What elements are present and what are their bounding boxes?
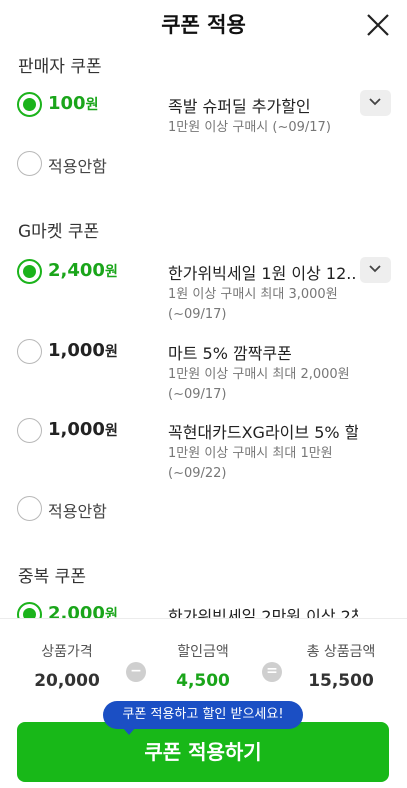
section-title-gmarket: G마켓 쿠폰 [18, 222, 100, 242]
coupon-name: 한가위빅세일 1원 이상 12... [168, 264, 358, 283]
summary-price: 상품가격 20,000 [12, 641, 122, 691]
chevron-down-icon [369, 265, 381, 273]
radio-unselected[interactable] [17, 496, 42, 521]
coupon-amount-value: 1,000 [48, 419, 105, 440]
coupon-amount-unit: 원 [104, 264, 118, 280]
discount-value: 4,500 [176, 671, 230, 691]
coupon-expiry: (~09/22) [168, 466, 227, 481]
coupon-desc: 1원 이상 구매시 최대 3,000원 [168, 287, 338, 302]
coupon-expiry: (~09/17) [168, 307, 227, 322]
coupon-desc: 1만원 이상 구매시 최대 1만원 [168, 446, 333, 461]
coupon-name: 족발 슈퍼딜 추가할인 [168, 97, 311, 116]
minus-icon: − [126, 662, 146, 682]
chevron-down-icon [369, 98, 381, 106]
discount-label: 할인금액 [177, 644, 229, 660]
coupon-amount: 1,000원 [48, 340, 118, 361]
radio-unselected[interactable] [17, 339, 42, 364]
equals-icon: = [262, 662, 282, 682]
radio-selected[interactable] [17, 259, 42, 284]
coupon-name: 한가위빅세일 2만원 이상 2천... [168, 607, 358, 618]
coupon-amount-unit: 원 [104, 607, 118, 618]
coupon-name: 마트 5% 깜짝쿠폰 [168, 344, 292, 363]
coupon-amount-unit: 원 [85, 97, 99, 113]
coupon-amount: 2,000원 [48, 603, 118, 618]
coupon-amount-value: 100 [48, 93, 86, 114]
no-apply-label: 적용안함 [48, 502, 107, 521]
coupon-amount-value: 1,000 [48, 340, 105, 361]
dropdown-button[interactable] [360, 90, 391, 116]
header: 쿠폰 적용 [0, 0, 407, 50]
close-icon[interactable] [363, 10, 393, 40]
total-label: 총 상품금액 [306, 644, 376, 660]
no-apply-label: 적용안함 [48, 157, 107, 176]
coupon-amount: 2,400원 [48, 260, 118, 281]
coupon-amount-unit: 원 [104, 423, 118, 439]
coupon-desc: 1만원 이상 구매시 최대 2,000원 [168, 367, 350, 382]
coupon-desc: 1만원 이상 구매시 (~09/17) [168, 120, 331, 135]
summary-total: 총 상품금액 15,500 [286, 641, 396, 691]
section-title-duplicate: 중복 쿠폰 [18, 567, 86, 587]
coupon-amount-unit: 원 [104, 344, 118, 360]
price-label: 상품가격 [41, 644, 93, 660]
coupon-amount-value: 2,400 [48, 260, 105, 281]
radio-unselected[interactable] [17, 418, 42, 443]
price-value: 20,000 [34, 671, 100, 691]
coupon-list[interactable]: 판매자 쿠폰 100원 족발 슈퍼딜 추가할인 1만원 이상 구매시 (~09/… [0, 50, 407, 618]
coupon-amount: 100원 [48, 93, 98, 114]
coupon-name: 꼭현대카드XG라이브 5% 할인 [168, 423, 358, 442]
summary-discount: 할인금액 4,500 [148, 641, 258, 691]
apply-coupon-button[interactable]: 쿠폰 적용하기 [17, 722, 389, 782]
promo-tooltip: 쿠폰 적용하고 할인 받으세요! [103, 701, 303, 735]
page-title: 쿠폰 적용 [161, 13, 246, 37]
radio-selected[interactable] [17, 92, 42, 117]
radio-unselected[interactable] [17, 151, 42, 176]
section-title-seller: 판매자 쿠폰 [18, 57, 102, 77]
coupon-expiry: (~09/17) [168, 387, 227, 402]
coupon-amount-value: 2,000 [48, 603, 105, 618]
dropdown-button[interactable] [360, 257, 391, 283]
coupon-amount: 1,000원 [48, 419, 118, 440]
radio-selected[interactable] [17, 602, 42, 618]
total-value: 15,500 [308, 671, 374, 691]
